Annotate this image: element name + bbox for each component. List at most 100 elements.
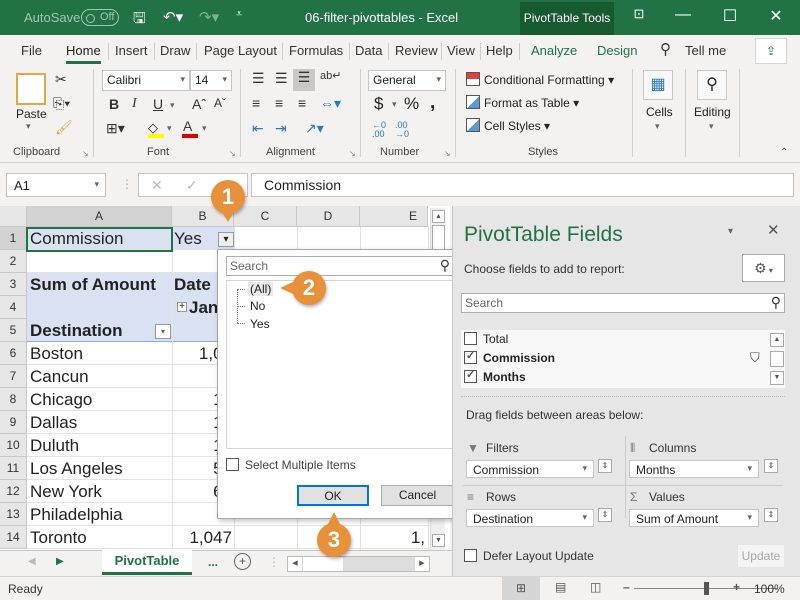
align-top-icon[interactable]: ☰ [252, 70, 265, 87]
sheet-tab-pivottable[interactable]: PivotTable [102, 550, 192, 575]
cell-a[interactable]: Destination [30, 319, 170, 342]
minimize-icon[interactable]: — [668, 6, 698, 24]
number-format-select[interactable]: General ▾ [368, 70, 446, 91]
tab-help[interactable]: Help [486, 43, 513, 58]
row-header[interactable]: 8 [0, 388, 27, 411]
paste-button[interactable]: Paste [16, 107, 47, 121]
pane-close-icon[interactable]: ✕ [767, 221, 780, 239]
percent-icon[interactable]: % [404, 94, 419, 114]
customize-qat-icon[interactable]: ⩡ [236, 8, 242, 21]
wrap-text-icon[interactable]: ab↵ [320, 69, 341, 82]
filter-item-no[interactable]: No [250, 299, 265, 313]
cell-a[interactable]: Chicago [30, 388, 170, 411]
borders-icon[interactable]: ⊞▾ [106, 120, 125, 137]
dialog-launcher-icon[interactable]: ↘ [229, 149, 236, 158]
cancel-entry-icon[interactable]: ✕ [151, 177, 163, 194]
scroll-down-icon[interactable]: ▼ [432, 534, 445, 547]
pane-options-icon[interactable]: ▾ [728, 226, 733, 237]
cell-b[interactable]: Yes [174, 227, 219, 250]
cells-icon[interactable]: ▦ [643, 70, 673, 100]
conditional-formatting-button[interactable]: Conditional Formatting ▾ [466, 72, 614, 87]
dialog-launcher-icon[interactable]: ↘ [444, 149, 451, 158]
tab-file[interactable]: File [21, 43, 42, 58]
align-bottom-icon[interactable]: ☰ [293, 69, 315, 91]
decrease-decimal-icon[interactable]: .00 →0 [395, 121, 409, 139]
cell-b[interactable]: Date [174, 273, 219, 296]
field-item-commission[interactable]: Commission [464, 349, 555, 365]
tab-analyze[interactable]: Analyze [531, 43, 577, 58]
scroll-left-icon[interactable]: ◀ [288, 557, 302, 571]
align-right-icon[interactable]: ≡ [298, 95, 306, 111]
zoom-out-button[interactable]: – [623, 580, 630, 594]
columns-area-field[interactable]: Months ▾ [629, 460, 759, 478]
cell-a[interactable]: New York [30, 480, 170, 503]
zoom-in-button[interactable]: + [733, 580, 740, 594]
select-multiple-checkbox[interactable]: Select Multiple Items [226, 458, 356, 472]
cell-a[interactable]: Philadelphia [30, 503, 170, 526]
column-header-c[interactable]: C [234, 206, 297, 227]
share-icon[interactable]: ⇪ [755, 38, 787, 64]
confirm-entry-icon[interactable]: ✓ [186, 177, 198, 194]
row-header[interactable]: 1 [0, 227, 27, 250]
filter-item-yes[interactable]: Yes [250, 317, 270, 331]
values-area-spinner[interactable]: ⇕ [764, 508, 778, 522]
cell-b[interactable] [174, 250, 219, 273]
tab-review[interactable]: Review [395, 43, 438, 58]
orientation-icon[interactable]: ↗▾ [305, 120, 324, 137]
row-header[interactable]: 12 [0, 480, 27, 503]
cell-a[interactable]: Los Angeles [30, 457, 170, 480]
row-header[interactable]: 9 [0, 411, 27, 434]
font-color-icon[interactable]: A [183, 118, 192, 134]
values-area-field[interactable]: Sum of Amount ▾ [629, 509, 759, 527]
tab-design[interactable]: Design [597, 43, 637, 58]
comma-style-icon[interactable]: , [430, 92, 435, 114]
autosave-toggle[interactable]: Off [81, 9, 119, 26]
cut-icon[interactable]: ✂ [55, 71, 67, 88]
columns-area-spinner[interactable]: ⇕ [764, 459, 778, 473]
paste-dropdown-icon[interactable]: ▾ [26, 121, 31, 132]
row-header[interactable]: 7 [0, 365, 27, 388]
tab-splitter-icon[interactable]: ⋮ [268, 555, 280, 569]
increase-indent-icon[interactable]: ⇥ [275, 120, 287, 137]
row-labels-filter-button[interactable]: ▾ [155, 324, 171, 339]
cell-e[interactable]: 1, [360, 526, 428, 549]
align-left-icon[interactable]: ≡ [252, 95, 260, 111]
ribbon-display-icon[interactable]: ⊡ [624, 6, 654, 22]
filter-search-input[interactable]: Search ⚲ [226, 256, 454, 276]
scroll-right-icon[interactable]: ▶ [415, 557, 429, 571]
row-header[interactable]: 6 [0, 342, 27, 365]
tab-data[interactable]: Data [355, 43, 382, 58]
tab-formulas[interactable]: Formulas [289, 43, 343, 58]
font-color-dropdown-icon[interactable]: ▾ [202, 123, 207, 134]
tab-draw[interactable]: Draw [160, 43, 190, 58]
field-search-input[interactable]: Search ⚲ [461, 293, 785, 313]
row-header[interactable]: 11 [0, 457, 27, 480]
row-header[interactable]: 3 [0, 273, 27, 296]
format-as-table-button[interactable]: Format as Table ▾ [466, 95, 579, 110]
page-filter-button[interactable]: ▾ [218, 232, 234, 247]
h-scroll-thumb[interactable] [303, 557, 343, 571]
editing-button[interactable]: Editing [694, 105, 731, 119]
cells-dropdown-icon[interactable]: ▾ [655, 121, 660, 132]
merge-center-icon[interactable]: ⇔▾ [320, 95, 341, 112]
column-header-d[interactable]: D [297, 206, 360, 227]
format-painter-icon[interactable]: 🖌 [55, 119, 73, 136]
increase-decimal-icon[interactable]: ←0.00 [372, 121, 386, 139]
increase-font-icon[interactable]: Aˆ [192, 96, 206, 112]
next-sheet-icon[interactable]: ▶ [56, 556, 64, 567]
row-header[interactable]: 14 [0, 526, 27, 549]
tab-home[interactable]: Home [66, 43, 101, 64]
decrease-indent-icon[interactable]: ⇤ [252, 120, 264, 137]
fill-dropdown-icon[interactable]: ▾ [167, 123, 172, 134]
zoom-level[interactable]: 100% [754, 582, 785, 596]
cell-e[interactable] [360, 227, 428, 250]
bold-button[interactable]: B [109, 96, 119, 112]
filters-area-field[interactable]: Commission ▾ [466, 460, 594, 478]
font-size-select[interactable]: 14 ▾ [190, 70, 232, 91]
currency-dropdown-icon[interactable]: ▾ [392, 99, 397, 110]
cell-a[interactable]: Cancun [30, 365, 170, 388]
save-icon[interactable]: 🖫 [133, 8, 146, 33]
row-header[interactable]: 2 [0, 250, 27, 273]
undo-icon[interactable]: ↶▾ [163, 8, 183, 26]
field-item-total[interactable]: Total [464, 332, 508, 346]
